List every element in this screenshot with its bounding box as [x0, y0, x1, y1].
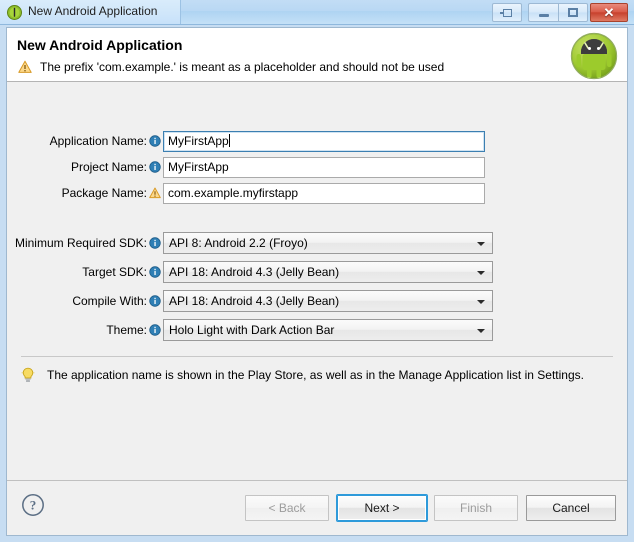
chevron-down-icon — [477, 271, 485, 275]
label-application-name: Application Name: — [49, 134, 147, 148]
svg-text:?: ? — [30, 498, 37, 513]
field-row-application-name: Application Name: MyFirstApp — [7, 130, 485, 152]
minimize-button[interactable] — [528, 3, 558, 22]
label-target-sdk: Target SDK: — [82, 265, 147, 279]
info-icon — [147, 266, 163, 278]
dropdown-target-sdk[interactable]: API 18: Android 4.3 (Jelly Bean) — [163, 261, 493, 283]
label-project-name: Project Name: — [70, 160, 147, 174]
restore-button[interactable] — [492, 3, 522, 22]
next-button-label: Next > — [364, 501, 400, 515]
input-application-name-value: MyFirstApp — [168, 133, 229, 148]
android-robot-logo — [570, 32, 618, 80]
restore-icon — [493, 4, 521, 21]
dropdown-theme-value: Holo Light with Dark Action Bar — [169, 323, 335, 337]
dropdown-compile-with[interactable]: API 18: Android 4.3 (Jelly Bean) — [163, 290, 493, 312]
help-question-icon[interactable]: ? — [21, 493, 45, 517]
chevron-down-icon — [477, 242, 485, 246]
field-row-project-name: Project Name: MyFirstApp — [7, 156, 485, 178]
page-title: New Android Application — [17, 37, 183, 53]
input-project-name[interactable]: MyFirstApp — [163, 156, 485, 178]
form-area: Application Name: MyFirstApp Project Nam… — [7, 83, 627, 349]
field-row-compile-with: Compile With: API 18: Android 4.3 (Jelly… — [7, 290, 493, 312]
info-icon — [147, 324, 163, 336]
cancel-button-label: Cancel — [552, 501, 590, 515]
info-icon — [147, 135, 163, 147]
hint-text: The application name is shown in the Pla… — [47, 368, 584, 382]
cancel-button[interactable]: Cancel — [526, 495, 616, 521]
label-theme: Theme: — [106, 323, 147, 337]
dropdown-minimum-required-sdk-value: API 8: Android 2.2 (Froyo) — [169, 236, 308, 250]
dropdown-minimum-required-sdk[interactable]: API 8: Android 2.2 (Froyo) — [163, 232, 493, 254]
text-caret — [228, 133, 230, 147]
field-row-minimum-required-sdk: Minimum Required SDK: API 8: Android 2.2… — [7, 232, 493, 254]
minimize-icon — [529, 4, 558, 21]
dialog-window: New Android Application ✕ New Android Ap… — [0, 0, 634, 542]
back-button[interactable]: < Back — [245, 495, 329, 521]
label-minimum-required-sdk: Minimum Required SDK: — [14, 236, 147, 250]
dropdown-compile-with-value: API 18: Android 4.3 (Jelly Bean) — [169, 294, 340, 308]
finish-button[interactable]: Finish — [434, 495, 518, 521]
label-compile-with: Compile With: — [72, 294, 147, 308]
close-button[interactable]: ✕ — [590, 3, 628, 22]
input-package-name[interactable]: com.example.myfirstapp — [163, 182, 485, 204]
android-icon — [7, 5, 22, 20]
field-row-theme: Theme: Holo Light with Dark Action Bar — [7, 319, 493, 341]
header-warning-text: The prefix 'com.example.' is meant as a … — [40, 60, 445, 74]
dialog-header: New Android Application The prefix 'com.… — [7, 28, 627, 82]
maximize-icon — [559, 4, 587, 21]
maximize-button[interactable] — [558, 3, 588, 22]
dropdown-target-sdk-value: API 18: Android 4.3 (Jelly Bean) — [169, 265, 340, 279]
info-icon — [147, 161, 163, 173]
dropdown-theme[interactable]: Holo Light with Dark Action Bar — [163, 319, 493, 341]
back-button-label: < Back — [268, 501, 306, 515]
input-package-name-value: com.example.myfirstapp — [168, 185, 299, 200]
next-button[interactable]: Next > — [337, 495, 427, 521]
warning-triangle-icon — [18, 60, 32, 74]
chevron-down-icon — [477, 300, 485, 304]
window-title: New Android Application — [28, 4, 158, 18]
dialog-button-bar: ? < Back Next > Finish Cancel — [7, 481, 627, 535]
title-bar: New Android Application ✕ — [0, 0, 634, 25]
chevron-down-icon — [477, 329, 485, 333]
lightbulb-icon — [21, 367, 35, 386]
field-row-package-name: Package Name: com.example.myfirstapp — [7, 182, 485, 204]
dialog-client-area: New Android Application The prefix 'com.… — [6, 27, 628, 536]
close-icon: ✕ — [603, 4, 615, 20]
header-warning: The prefix 'com.example.' is meant as a … — [18, 60, 444, 74]
field-row-target-sdk: Target SDK: API 18: Android 4.3 (Jelly B… — [7, 261, 493, 283]
finish-button-label: Finish — [459, 501, 492, 515]
input-project-name-value: MyFirstApp — [168, 159, 229, 174]
label-package-name: Package Name: — [61, 186, 147, 200]
warning-triangle-icon — [147, 187, 163, 199]
info-icon — [147, 237, 163, 249]
hint-separator — [21, 356, 613, 357]
input-application-name[interactable]: MyFirstApp — [163, 130, 485, 152]
hint-row: The application name is shown in the Pla… — [21, 367, 584, 386]
info-icon — [147, 295, 163, 307]
